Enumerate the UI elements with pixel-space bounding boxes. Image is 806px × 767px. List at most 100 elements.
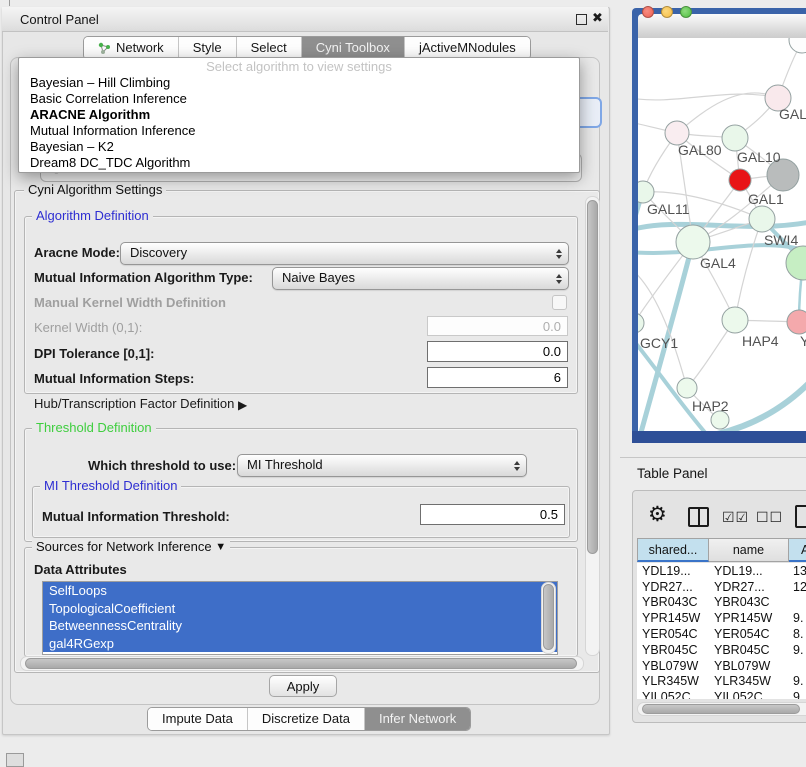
table-row[interactable]: YDL19...YDL19...13 <box>637 563 806 579</box>
node-label: GAL10 <box>737 149 781 165</box>
tab-select[interactable]: Select <box>237 37 302 59</box>
combo-value: Naive Bayes <box>273 268 568 287</box>
panel-title: Control Panel <box>20 12 99 27</box>
export-table-icon[interactable] <box>795 505 806 528</box>
tab-jactivemnodules[interactable]: jActiveMNodules <box>405 37 530 59</box>
mi-algorithm-type-combo[interactable]: Naive Bayes <box>272 267 569 290</box>
table-row[interactable]: YBR045CYBR045C9. <box>637 642 806 658</box>
scrollbar-thumb[interactable] <box>587 200 598 554</box>
dpi-tolerance-field[interactable] <box>427 341 568 362</box>
node-label: HAP2 <box>692 398 729 414</box>
popup-item[interactable]: Bayesian – K2 <box>19 139 579 155</box>
tab-style[interactable]: Style <box>179 37 237 59</box>
tab-impute-data[interactable]: Impute Data <box>148 708 248 730</box>
tab-discretize-data[interactable]: Discretize Data <box>248 708 365 730</box>
mi-steps-field[interactable] <box>427 367 568 388</box>
mi-type-label: Mutual Information Algorithm Type: <box>34 271 253 285</box>
settings-vertical-scrollbar[interactable] <box>585 196 600 656</box>
list-item[interactable]: gal4RGexp <box>43 635 557 653</box>
scrollbar-thumb[interactable] <box>543 584 554 650</box>
group-title: Algorithm Definition <box>32 209 153 223</box>
node-label: GAL80 <box>678 142 722 158</box>
popup-item[interactable]: Bayesian – Hill Climbing <box>19 75 579 91</box>
settings-horizontal-scrollbar[interactable] <box>20 656 584 671</box>
apply-button[interactable]: Apply <box>269 675 337 697</box>
node-label: HAP4 <box>742 333 779 349</box>
table-row[interactable]: YIL052CYIL052C9 <box>637 689 806 699</box>
scrollbar-thumb[interactable] <box>25 658 577 669</box>
table-row[interactable]: YPR145WYPR145W9. <box>637 610 806 626</box>
table-horizontal-scrollbar[interactable] <box>637 702 806 716</box>
mi-steps-label: Mutual Information Steps: <box>34 372 194 386</box>
list-item[interactable]: BetweennessCentrality <box>43 617 557 635</box>
traffic-light-close-icon[interactable] <box>642 6 654 18</box>
sources-group-title[interactable]: Sources for Network Inference ▼ <box>32 540 230 555</box>
group-title: Cyni Algorithm Settings <box>24 183 166 197</box>
mi-threshold-label: Mutual Information Threshold: <box>42 510 230 524</box>
traffic-light-zoom-icon[interactable] <box>680 6 692 18</box>
combo-value: MI Threshold <box>238 455 526 474</box>
scrollbar-thumb[interactable] <box>642 704 800 714</box>
close-icon[interactable]: ✖ <box>592 11 603 25</box>
table-row[interactable]: YLR345WYLR345W9. <box>637 674 806 690</box>
popup-item-highlighted[interactable]: ARACNE Algorithm <box>19 107 579 123</box>
algorithm-dropdown-popup: Select algorithm to view settings Bayesi… <box>18 57 580 173</box>
desktop: Control Panel ✖ Network Style Select Cyn… <box>0 0 806 762</box>
node-label: SWI4 <box>764 232 798 248</box>
network-window-bottom-frame <box>632 431 806 443</box>
aracne-mode-combo[interactable]: Discovery <box>120 242 569 265</box>
network-canvas[interactable]: GAL GAL80 GAL10 GAL1 GAL11 SWI4 GAL4 GCY… <box>638 38 806 431</box>
list-item[interactable]: SelfLoops <box>43 582 557 600</box>
kernel-width-label: Kernel Width (0,1): <box>34 321 142 335</box>
top-divider-line <box>9 0 10 6</box>
which-threshold-combo[interactable]: MI Threshold <box>237 454 527 477</box>
tab-label: Network <box>116 37 164 59</box>
combo-value: Discovery <box>121 243 568 262</box>
hub-definition-expander[interactable]: Hub/Transcription Factor Definition ▶ <box>34 397 247 411</box>
tab-network[interactable]: Network <box>84 37 179 59</box>
list-scrollbar[interactable] <box>541 582 556 654</box>
list-item[interactable]: TopologicalCoefficient <box>43 600 557 618</box>
column-header-cut[interactable]: A <box>789 538 806 562</box>
manual-kernel-checkbox[interactable] <box>552 295 567 310</box>
kernel-width-field[interactable] <box>427 316 568 336</box>
node-label: Y <box>800 333 806 349</box>
dpi-tolerance-label: DPI Tolerance [0,1]: <box>34 347 154 361</box>
table-row[interactable]: YDR27...YDR27...12 <box>637 579 806 595</box>
group-title: Threshold Definition <box>32 421 156 435</box>
node-label: GAL1 <box>748 191 784 207</box>
combo-arrows-icon <box>556 249 562 259</box>
popup-item[interactable]: Dream8 DC_TDC Algorithm <box>19 155 579 171</box>
combo-arrows-icon <box>556 274 562 284</box>
deselect-all-unchecked-icon[interactable]: ☐☐ <box>756 509 783 525</box>
popup-placeholder: Select algorithm to view settings <box>19 59 579 75</box>
node-label: GCY1 <box>640 335 678 351</box>
node-label: GAL4 <box>700 255 736 271</box>
network-icon <box>98 42 111 54</box>
floating-mini-icon[interactable] <box>6 753 24 767</box>
popup-item[interactable]: Mutual Information Inference <box>19 123 579 139</box>
tab-infer-network[interactable]: Infer Network <box>365 708 470 730</box>
network-window-titlebar[interactable] <box>638 14 806 39</box>
popup-item[interactable]: Basic Correlation Inference <box>19 91 579 107</box>
table-settings-gear-icon[interactable]: ⚙ <box>648 504 667 526</box>
float-window-icon[interactable] <box>576 14 587 25</box>
tab-cyni-toolbox[interactable]: Cyni Toolbox <box>302 37 405 59</box>
table-row[interactable]: YBL079WYBL079W <box>637 658 806 674</box>
node-table: YDL19...YDL19...13 YDR27...YDR27...12 YB… <box>637 563 806 699</box>
data-attributes-label: Data Attributes <box>34 563 127 577</box>
select-all-checked-icon[interactable]: ☑☑ <box>722 509 749 525</box>
expander-arrow-icon: ▶ <box>238 398 247 412</box>
collapse-arrow-icon: ▼ <box>215 541 226 553</box>
cyni-bottom-tabbar: Impute Data Discretize Data Infer Networ… <box>147 707 471 731</box>
column-header-shared-name[interactable]: shared... <box>637 538 709 562</box>
column-selector-icon[interactable] <box>688 507 709 527</box>
node-label: GAL <box>779 106 806 122</box>
table-row[interactable]: YER054CYER054C8. <box>637 626 806 642</box>
mi-threshold-field[interactable] <box>420 504 565 525</box>
traffic-light-minimize-icon[interactable] <box>661 6 673 18</box>
manual-kernel-label: Manual Kernel Width Definition <box>34 296 226 310</box>
table-row[interactable]: YBR043CYBR043C <box>637 595 806 611</box>
group-title: MI Threshold Definition <box>40 479 181 493</box>
column-header-name[interactable]: name <box>709 538 789 562</box>
